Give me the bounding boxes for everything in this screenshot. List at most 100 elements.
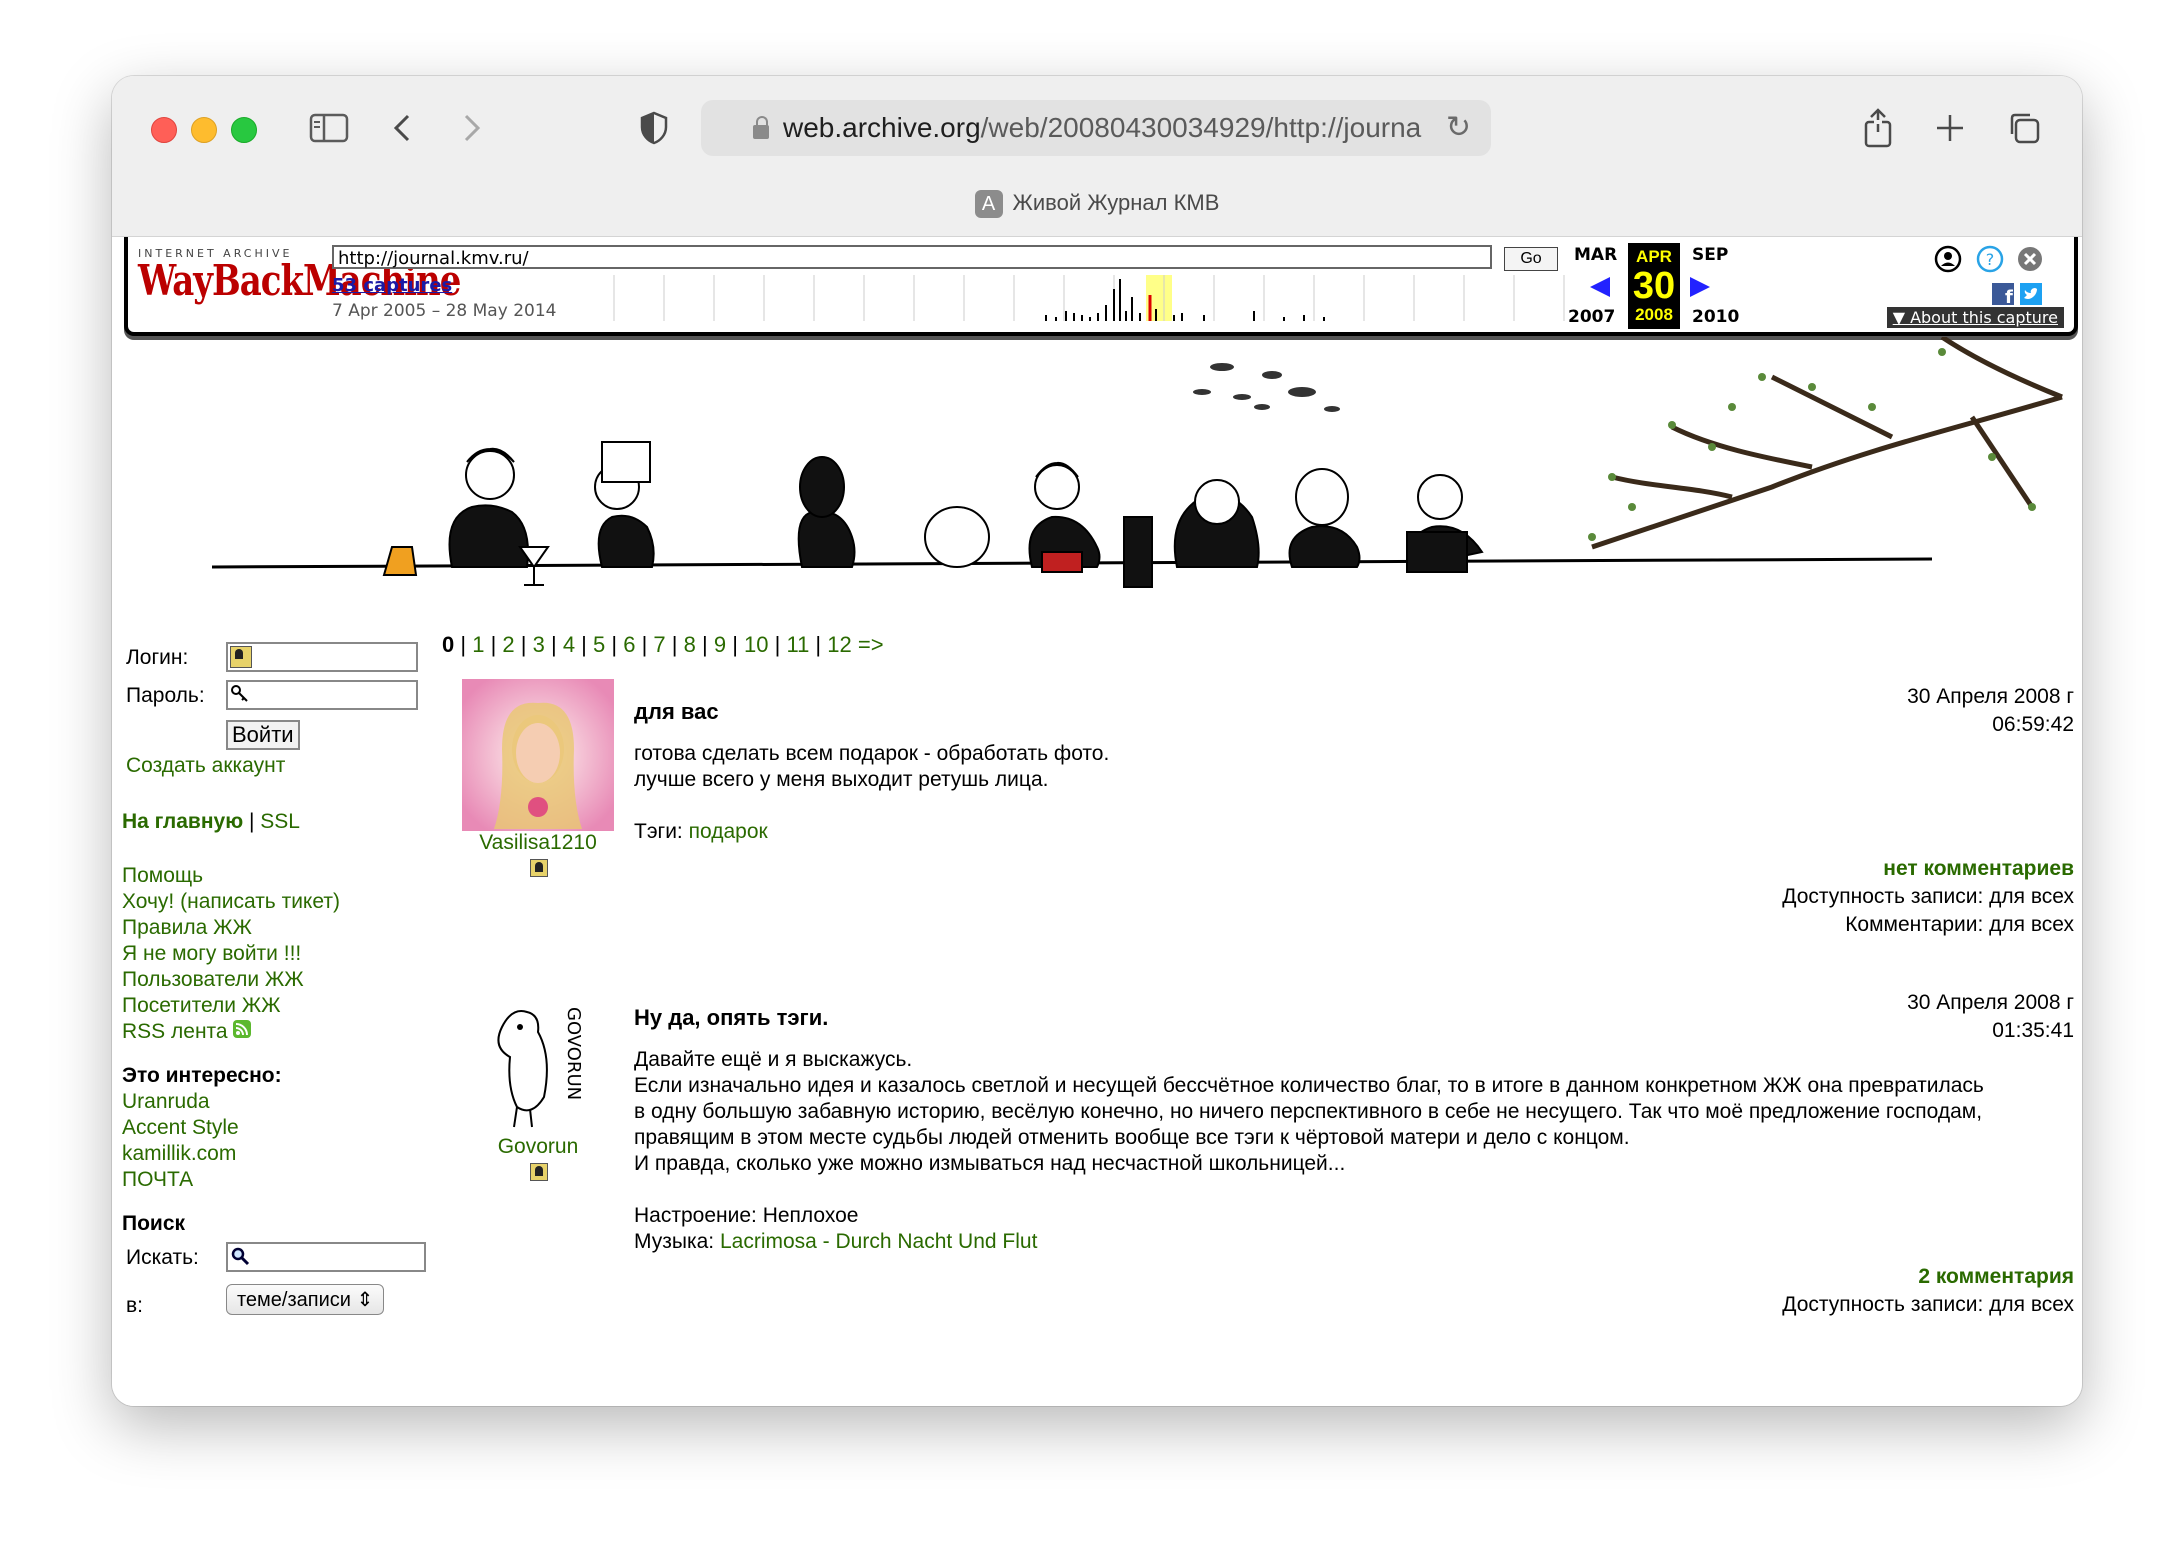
- shield-icon[interactable]: [632, 106, 676, 150]
- interesting-link-mail[interactable]: ПОЧТА: [122, 1168, 193, 1192]
- post-tags: Тэги: подарок: [634, 820, 768, 843]
- back-icon[interactable]: [380, 106, 424, 150]
- search-title: Поиск: [122, 1212, 186, 1235]
- twitter-icon[interactable]: [2020, 283, 2042, 305]
- page-link[interactable]: 3: [533, 632, 545, 657]
- page-link[interactable]: 10: [744, 632, 768, 657]
- sidebar-link-rss[interactable]: RSS лента: [122, 1020, 252, 1044]
- password-label: Пароль:: [126, 684, 205, 707]
- search-in-label: в:: [126, 1294, 143, 1317]
- home-separator: |: [248, 810, 255, 833]
- ssl-link[interactable]: SSL: [260, 810, 300, 833]
- login-button[interactable]: Войти: [226, 720, 300, 750]
- page-link[interactable]: 8: [684, 632, 696, 657]
- browser-window: web.archive.org/web/20080430034929/http:…: [112, 76, 2082, 1406]
- post-footer: нет комментариев Доступность записи: для…: [1782, 855, 2074, 939]
- wayback-toolbar: INTERNET ARCHIVE WayBackMachine http://j…: [124, 237, 2078, 336]
- wayback-sparkline[interactable]: [584, 275, 1614, 325]
- wayback-current-date: APR 30 2008: [1628, 243, 1680, 329]
- reload-icon[interactable]: ↻: [1446, 110, 1471, 145]
- svg-text:f: f: [2005, 287, 2013, 305]
- page-link[interactable]: 2: [502, 632, 514, 657]
- sidebar-link-rules[interactable]: Правила ЖЖ: [122, 916, 252, 940]
- minimize-window-button[interactable]: [191, 117, 217, 143]
- author-name[interactable]: Vasilisa1210: [458, 831, 618, 855]
- home-link[interactable]: На главную: [122, 810, 243, 833]
- search-input[interactable]: [226, 1242, 426, 1272]
- about-capture-link[interactable]: ▼ About this capture: [1886, 307, 2064, 328]
- search-scope-select[interactable]: теме/записи ⇕: [226, 1284, 385, 1315]
- music-link[interactable]: Lacrimosa - Durch Nacht Und Flut: [720, 1230, 1037, 1253]
- wayback-prev-month[interactable]: MAR: [1574, 245, 1617, 265]
- page-link[interactable]: 4: [563, 632, 575, 657]
- post-footer: 2 комментария Доступность записи: для вс…: [1782, 1263, 2074, 1319]
- wayback-go-button[interactable]: Go: [1504, 247, 1558, 271]
- page-link[interactable]: 7: [653, 632, 665, 657]
- login-input[interactable]: [226, 642, 418, 672]
- tab-overview-icon[interactable]: [2002, 106, 2046, 150]
- post-title[interactable]: Ну да, опять тэги.: [634, 1005, 828, 1031]
- close-toolbar-icon[interactable]: [2016, 245, 2044, 273]
- comments-access: Комментарии: для всех: [1845, 913, 2074, 936]
- post-music: Музыка: Lacrimosa - Durch Nacht Und Flut: [634, 1230, 1038, 1253]
- sidebar-toggle-icon[interactable]: [307, 106, 351, 150]
- comments-link[interactable]: нет комментариев: [1782, 855, 2074, 883]
- sidebar-link-help[interactable]: Помощь: [122, 864, 203, 888]
- new-tab-icon[interactable]: [1928, 106, 1972, 150]
- page-link[interactable]: 1: [472, 632, 484, 657]
- author-name[interactable]: Govorun: [458, 1135, 618, 1159]
- interesting-link-uranruda[interactable]: Uranruda: [122, 1090, 210, 1114]
- close-window-button[interactable]: [151, 117, 177, 143]
- facebook-icon[interactable]: f: [1992, 283, 2014, 305]
- tag-link[interactable]: подарок: [689, 820, 768, 843]
- header-illustration[interactable]: [112, 337, 2082, 617]
- svg-text:?: ?: [1986, 250, 1995, 269]
- page-link[interactable]: 5: [593, 632, 605, 657]
- wayback-next-year[interactable]: 2010: [1692, 307, 1739, 327]
- create-account-link[interactable]: Создать аккаунт: [126, 754, 285, 778]
- address-text[interactable]: web.archive.org/web/20080430034929/http:…: [783, 112, 1423, 144]
- user-icon[interactable]: [530, 1163, 548, 1181]
- sidebar-link-visitors[interactable]: Посетители ЖЖ: [122, 994, 281, 1018]
- wayback-captures-link[interactable]: 53 captures: [332, 275, 452, 296]
- page-next-link[interactable]: 12 =>: [827, 632, 883, 657]
- home-row: На главную | SSL: [122, 810, 300, 834]
- interesting-link-accent-style[interactable]: Accent Style: [122, 1116, 239, 1140]
- post-date: 30 Апреля 2008 г 01:35:41: [1907, 991, 2074, 1042]
- wayback-url-input[interactable]: http://journal.kmv.ru/: [332, 245, 1492, 269]
- tab-active[interactable]: A Живой Журнал КМВ: [112, 190, 2082, 219]
- tab-favicon: A: [974, 190, 1003, 219]
- share-icon[interactable]: [1856, 106, 1900, 150]
- author-avatar[interactable]: GOVORUN: [472, 987, 592, 1131]
- key-icon: [231, 685, 248, 702]
- page-link[interactable]: 9: [714, 632, 726, 657]
- post-entry: Vasilisa1210 для вас 30 Апреля 2008 г 06…: [462, 679, 2074, 979]
- pagination: 0 | 1 | 2 | 3 | 4 | 5 | 6 | 7 | 8 | 9 | …: [442, 632, 884, 657]
- zoom-window-button[interactable]: [231, 117, 257, 143]
- sidebar-link-users[interactable]: Пользователи ЖЖ: [122, 968, 304, 992]
- interesting-link-kamillik[interactable]: kamillik.com: [122, 1142, 236, 1166]
- password-input[interactable]: [226, 680, 418, 710]
- author-avatar[interactable]: [462, 679, 614, 831]
- user-icon[interactable]: [530, 859, 548, 877]
- comments-link[interactable]: 2 комментария: [1782, 1263, 2074, 1291]
- address-bar[interactable]: web.archive.org/web/20080430034929/http:…: [701, 100, 1491, 156]
- browser-titlebar: web.archive.org/web/20080430034929/http:…: [112, 76, 2082, 237]
- forward-icon[interactable]: [450, 106, 494, 150]
- page-link[interactable]: 11: [786, 632, 809, 657]
- wayback-next-arrow-icon[interactable]: [1688, 275, 1712, 299]
- wayback-next-month[interactable]: SEP: [1692, 245, 1728, 265]
- wayback-prev-arrow-icon[interactable]: [1588, 275, 1612, 299]
- wayback-prev-year[interactable]: 2007: [1568, 307, 1615, 327]
- page-link[interactable]: 6: [623, 632, 635, 657]
- tab-title: Живой Журнал КМВ: [1012, 190, 1220, 215]
- user-icon[interactable]: [1934, 245, 1962, 273]
- post-title[interactable]: для вас: [634, 699, 719, 725]
- sidebar-link-cant-login[interactable]: Я не могу войти !!!: [122, 942, 301, 966]
- post-access: Доступность записи: для всех: [1782, 1293, 2074, 1316]
- interesting-title: Это интересно:: [122, 1064, 282, 1087]
- help-icon[interactable]: ?: [1976, 245, 2004, 273]
- sidebar-link-ticket[interactable]: Хочу! (написать тикет): [122, 890, 340, 914]
- post-meta: Настроение: Неплохое Музыка: Lacrimosa -…: [634, 1203, 2064, 1255]
- page-current: 0: [442, 632, 455, 657]
